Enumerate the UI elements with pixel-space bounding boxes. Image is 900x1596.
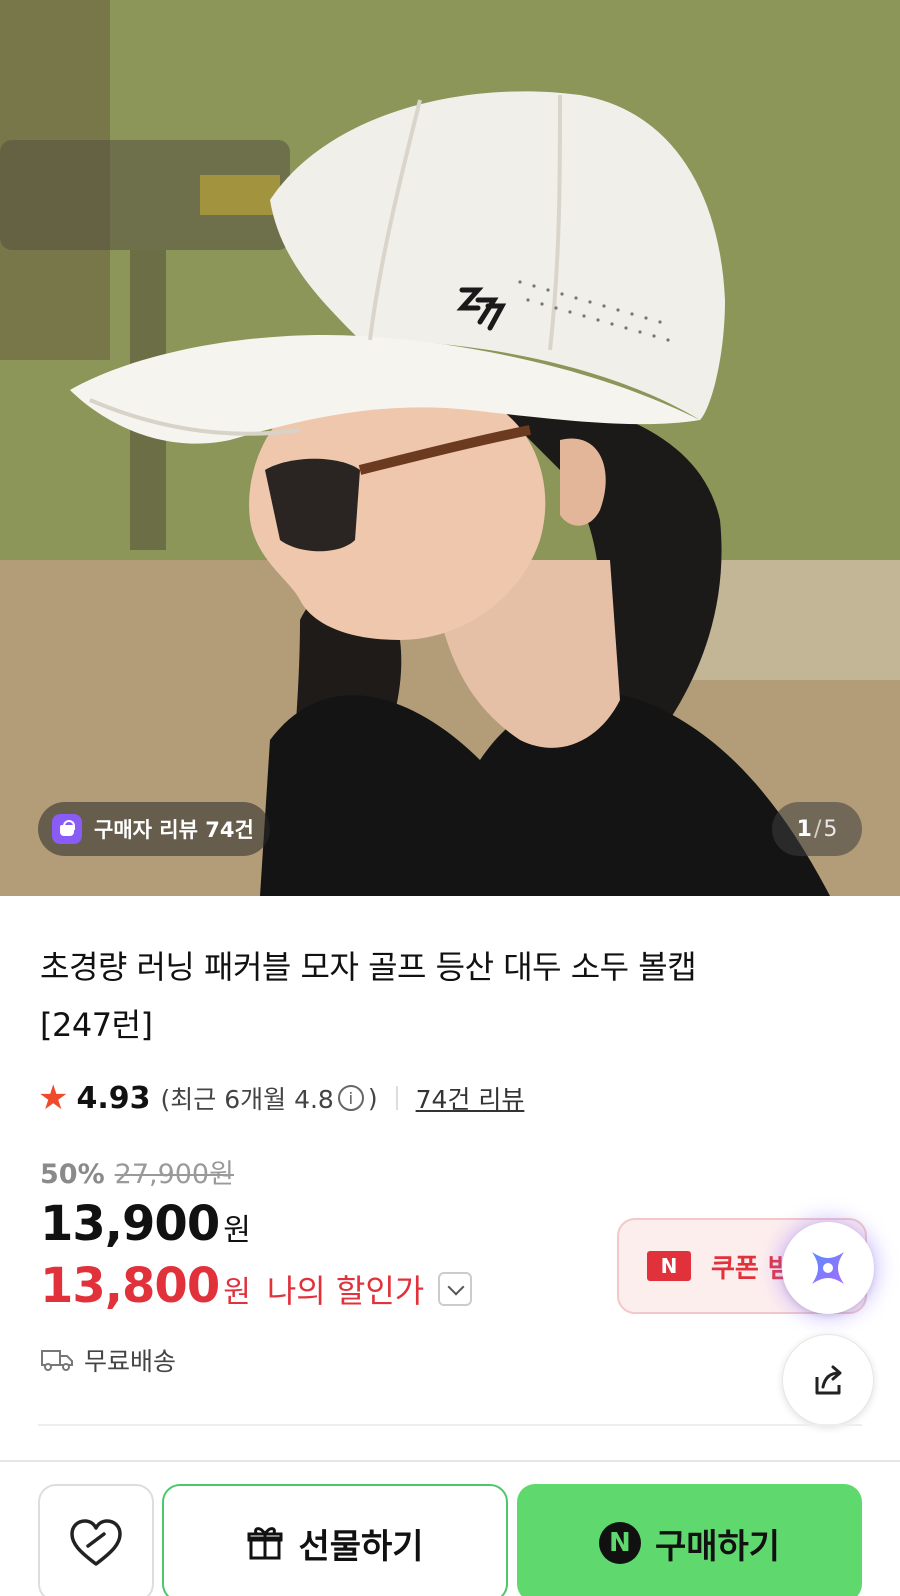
sale-price: 13,900 — [40, 1196, 220, 1252]
buy-button-label: 구매하기 — [654, 1526, 781, 1567]
chevron-down-icon[interactable] — [438, 1272, 473, 1306]
product-image-carousel[interactable]: 구매자 리뷰 74건 1 / 5 — [0, 0, 900, 896]
buyer-review-chip-label: 구매자 리뷰 74건 — [94, 818, 254, 842]
image-page-counter: 1 / 5 — [772, 802, 862, 856]
naver-coupon-badge: N — [647, 1251, 691, 1281]
coupon-label: 쿠폰 받 — [711, 1253, 792, 1284]
ai-sparkle-icon — [812, 1252, 844, 1284]
buy-button[interactable]: N 구매하기 — [517, 1484, 862, 1596]
price-row: 13,900 원 — [40, 1196, 251, 1252]
section-divider — [38, 1424, 862, 1426]
info-icon[interactable]: i — [337, 1085, 364, 1111]
discount-row: 50% 27,900원 — [40, 1152, 234, 1191]
counter-total: 5 — [823, 816, 838, 842]
my-discount-price-row[interactable]: 13,800 원 나의 할인가 — [40, 1258, 473, 1314]
naver-n-icon: N — [598, 1522, 641, 1564]
rating-row: ★ 4.93 (최근 6개월 4.8 i ) 74건 리뷰 — [38, 1076, 524, 1120]
rating-score: 4.93 — [76, 1080, 151, 1116]
product-title: 초경량 러닝 패커블 모자 골프 등산 대두 소두 볼캡 [247런] — [40, 938, 820, 1054]
shipping-info: 무료배송 — [40, 1342, 176, 1378]
buyer-review-chip[interactable]: 구매자 리뷰 74건 — [38, 802, 270, 856]
heart-outline-icon — [70, 1519, 122, 1566]
recent-rating: (최근 6개월 4.8 — [160, 1085, 334, 1114]
gift-button[interactable]: 선물하기 — [162, 1484, 508, 1596]
product-photo — [0, 0, 900, 896]
counter-separator: / — [813, 816, 822, 842]
original-price: 27,900원 — [114, 1159, 234, 1190]
share-icon — [815, 1365, 842, 1395]
product-title-line2: [247런] — [40, 1006, 153, 1044]
my-discount-price-unit: 원 — [223, 1275, 251, 1310]
wishlist-button[interactable] — [38, 1484, 154, 1596]
discount-percent: 50% — [40, 1159, 105, 1190]
truck-icon — [41, 1350, 73, 1371]
share-button[interactable] — [782, 1334, 874, 1426]
counter-current: 1 — [796, 816, 812, 842]
bottom-bar-divider — [0, 1460, 900, 1462]
star-icon: ★ — [38, 1078, 69, 1118]
divider — [395, 1086, 398, 1110]
review-count-link[interactable]: 74건 리뷰 — [416, 1080, 525, 1116]
my-discount-price: 13,800 — [40, 1258, 220, 1314]
sale-price-unit: 원 — [223, 1213, 251, 1248]
recent-rating-close: ) — [367, 1083, 378, 1113]
product-title-line1: 초경량 러닝 패커블 모자 골프 등산 대두 소두 볼캡 — [40, 948, 697, 986]
ai-assistant-button[interactable] — [782, 1222, 874, 1314]
shipping-label: 무료배송 — [84, 1347, 177, 1376]
gift-icon — [247, 1527, 283, 1560]
my-discount-label: 나의 할인가 — [266, 1272, 425, 1310]
gift-button-label: 선물하기 — [298, 1526, 424, 1567]
store-bag-icon — [52, 814, 82, 844]
